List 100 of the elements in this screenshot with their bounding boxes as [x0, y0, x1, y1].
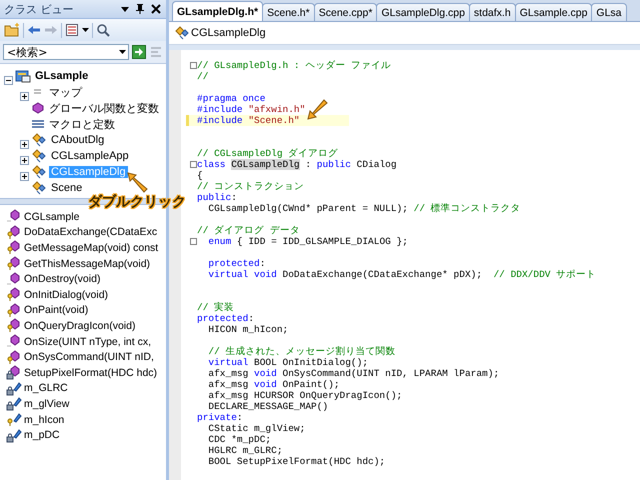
- method-key-icon: [6, 224, 22, 240]
- expand-icon[interactable]: [20, 140, 29, 148]
- tree-item[interactable]: マクロと定数: [47, 116, 117, 132]
- field-key-icon: [6, 412, 22, 428]
- code-line: enum { IDD = IDD_GLSAMPLE_DIALOG };: [207, 236, 408, 247]
- fold-icon[interactable]: [190, 62, 196, 69]
- code-line: // 生成された、メッセージ割り当て関数: [207, 346, 396, 357]
- class-navigator[interactable]: CGLsampleDlg: [191, 27, 266, 39]
- method-key-icon: [6, 287, 22, 302]
- member-item[interactable]: OnInitDialog(void): [24, 288, 108, 301]
- tree-item[interactable]: CGLsampleApp: [49, 150, 131, 162]
- code-line: CGLsampleDlg(CWnd* pParent = NULL); // 標準コンストラクタ: [207, 203, 521, 214]
- member-item[interactable]: OnQueryDragIcon(void): [24, 320, 136, 332]
- class-icon: [31, 133, 47, 147]
- member-item[interactable]: m_hIcon: [24, 414, 64, 426]
- pointer-arrow-icon: [306, 97, 330, 121]
- list-icon[interactable]: [65, 23, 79, 37]
- field-lock-icon: [6, 428, 22, 443]
- method-icon: [6, 272, 22, 287]
- file-tab[interactable]: Scene.cpp*: [314, 3, 378, 21]
- code-line: HGLRC m_GLRC;: [207, 445, 283, 456]
- class-icon: [31, 149, 47, 163]
- cube-icon: [31, 102, 45, 114]
- code-line: // 実装: [197, 302, 234, 313]
- project-icon: [15, 69, 31, 83]
- method-key-icon: [6, 318, 22, 334]
- file-tab[interactable]: Scene.h*: [262, 3, 315, 21]
- file-tab[interactable]: stdafx.h: [468, 3, 516, 21]
- code-line: protected:: [207, 258, 266, 269]
- member-item[interactable]: OnSysCommand(UINT nID,: [24, 351, 154, 364]
- fold-icon[interactable]: [190, 161, 196, 168]
- fold-icon[interactable]: [190, 238, 196, 245]
- file-tab[interactable]: GLsample.cpp: [514, 3, 592, 21]
- code-line: private:: [197, 412, 243, 423]
- annotation-text: ダブルクリック: [88, 193, 186, 211]
- member-item[interactable]: DoDataExchange(CDataExc: [24, 226, 158, 238]
- code-line: //: [197, 71, 208, 82]
- caret-icon[interactable]: [82, 27, 89, 33]
- member-item[interactable]: m_glView: [24, 398, 70, 410]
- file-tab[interactable]: GLsampleDlg.cpp: [376, 3, 470, 21]
- tree-item[interactable]: CAboutDlg: [49, 134, 106, 146]
- field-lock-icon: [6, 396, 22, 412]
- member-item[interactable]: SetupPixelFormat(HDC hdc): [24, 366, 158, 379]
- code-line: #include "afxwin.h": [197, 104, 306, 115]
- code-line: // ダイアログ データ: [197, 225, 300, 236]
- go-icon[interactable]: [132, 45, 146, 59]
- tree-item[interactable]: Scene: [49, 182, 84, 194]
- code-line: virtual void DoDataExchange(CDataExchange* pDX); // DDX/DDV サポート: [207, 269, 596, 280]
- tree-item[interactable]: GLsample: [33, 70, 90, 82]
- code-line: {: [197, 170, 203, 181]
- member-item[interactable]: OnDestroy(void): [24, 273, 100, 286]
- method-key-icon: [6, 350, 22, 365]
- code-line: protected:: [197, 313, 254, 324]
- back-arrow-icon[interactable]: [27, 24, 41, 36]
- method-icon: [6, 209, 22, 224]
- code-line: virtual BOOL OnInitDialog();: [207, 357, 368, 368]
- code-line: #pragma once: [197, 93, 266, 104]
- code-line: BOOL SetupPixelFormat(HDC hdc);: [207, 456, 386, 467]
- collapse-icon[interactable]: [4, 76, 13, 84]
- method-icon: [6, 334, 22, 350]
- code-line: #include "Scene.h": [197, 115, 300, 126]
- code-line: afx_msg void OnSysCommand(UINT nID, LPARAM lParam);: [207, 368, 500, 379]
- close-icon[interactable]: [150, 3, 162, 15]
- dropdown-icon[interactable]: [120, 4, 130, 14]
- field-lock-icon: [6, 380, 22, 396]
- member-item[interactable]: GetMessageMap(void) const: [24, 242, 158, 254]
- code-line: DECLARE_MESSAGE_MAP(): [207, 401, 328, 412]
- member-item[interactable]: m_pDC: [24, 429, 60, 442]
- pointer-arrow-icon: [126, 171, 150, 195]
- class-icon: [174, 26, 190, 40]
- method-key-icon: [6, 240, 22, 256]
- expand-icon[interactable]: [20, 92, 29, 100]
- member-item[interactable]: OnSize(UINT nType, int cx,: [24, 336, 152, 348]
- expand-icon[interactable]: [20, 156, 29, 164]
- new-folder-icon[interactable]: [4, 23, 20, 37]
- code-line: CStatic m_glView;: [207, 423, 306, 434]
- lines-icon: [31, 118, 45, 130]
- method-lock-icon: [6, 365, 22, 380]
- code-line: // CGLsampleDlg ダイアログ: [197, 148, 338, 159]
- file-tab[interactable]: GLsa: [591, 3, 627, 21]
- pin-icon[interactable]: [134, 3, 146, 15]
- magnifier-icon[interactable]: [96, 22, 111, 38]
- code-line: // コンストラクション: [197, 181, 304, 192]
- expand-icon[interactable]: [20, 172, 29, 180]
- code-line: afx_msg HCURSOR OnQueryDragIcon();: [207, 390, 402, 401]
- member-item[interactable]: CGLsample: [24, 210, 80, 223]
- code-line: CDC *m_pDC;: [207, 434, 272, 445]
- tree-item[interactable]: グローバル関数と変数: [47, 100, 161, 116]
- method-key-icon: [6, 302, 22, 318]
- file-tab[interactable]: GLsampleDlg.h*: [172, 1, 264, 21]
- code-line: public:: [197, 192, 237, 203]
- member-item[interactable]: GetThisMessageMap(void): [24, 258, 150, 270]
- tree-item[interactable]: マップ: [47, 84, 84, 100]
- panel-title: クラス ビュー: [4, 2, 74, 16]
- member-item[interactable]: m_GLRC: [24, 382, 68, 394]
- class-icon: [31, 165, 47, 179]
- method-key-icon: [6, 256, 22, 272]
- member-item[interactable]: OnPaint(void): [24, 304, 88, 316]
- code-line: HICON m_hIcon;: [207, 324, 288, 335]
- code-line: class CGLsampleDlg : public CDialog: [197, 159, 397, 170]
